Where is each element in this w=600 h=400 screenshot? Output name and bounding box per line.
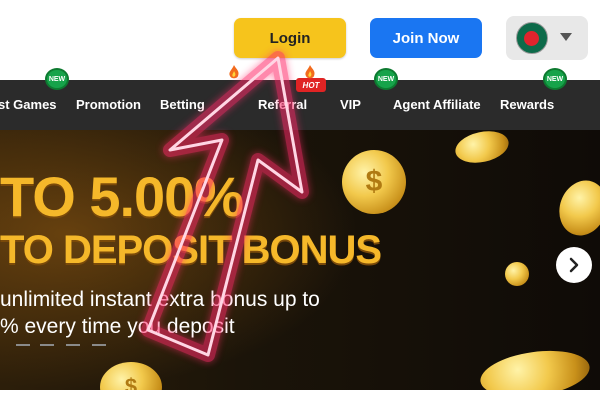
banner-description: % every time you deposit <box>0 315 235 338</box>
gold-coin-icon <box>452 130 512 168</box>
nav-item-betting[interactable]: Betting <box>160 97 205 112</box>
bangladesh-flag-icon <box>516 22 548 54</box>
nav-item-games[interactable]: st Games <box>0 97 57 112</box>
carousel-dot[interactable] <box>66 344 80 346</box>
fire-icon <box>229 65 239 79</box>
join-now-button[interactable]: Join Now <box>370 18 482 58</box>
chevron-down-icon <box>560 33 572 41</box>
nav-item-vip[interactable]: VIP <box>340 97 361 112</box>
gold-coin-icon <box>505 262 529 286</box>
site-header: Login Join Now <box>0 0 600 80</box>
gold-coin-icon: $ <box>342 150 406 214</box>
login-button[interactable]: Login <box>234 18 346 58</box>
new-badge: NEW <box>45 68 69 90</box>
language-selector[interactable] <box>506 16 588 60</box>
new-badge: NEW <box>374 68 398 90</box>
new-badge: NEW <box>543 68 567 90</box>
next-slide-button[interactable] <box>556 247 592 283</box>
carousel-dot[interactable] <box>40 344 54 346</box>
banner-title: TO 5.00% <box>0 165 244 228</box>
gold-coin-icon <box>551 173 600 243</box>
fire-icon <box>305 65 315 79</box>
gold-coin-icon: $ <box>100 362 162 390</box>
chevron-right-icon <box>569 257 579 273</box>
gold-coin-icon <box>477 344 593 390</box>
nav-item-promotion[interactable]: Promotion <box>76 97 141 112</box>
carousel-dot[interactable] <box>16 344 30 346</box>
nav-item-referral[interactable]: Referral <box>258 97 307 112</box>
carousel-indicators <box>0 344 120 348</box>
banner-subtitle: TO DEPOSIT BONUS <box>0 228 382 272</box>
hot-badge: HOT <box>296 78 326 92</box>
banner-description: unlimited instant extra bonus up to <box>0 288 320 311</box>
carousel-dot[interactable] <box>92 344 106 346</box>
nav-item-agent-affiliate[interactable]: Agent Affiliate <box>393 97 481 112</box>
nav-item-rewards[interactable]: Rewards <box>500 97 554 112</box>
promo-banner[interactable]: $ $ TO 5.00% TO DEPOSIT BONUS unlimited … <box>0 130 600 390</box>
